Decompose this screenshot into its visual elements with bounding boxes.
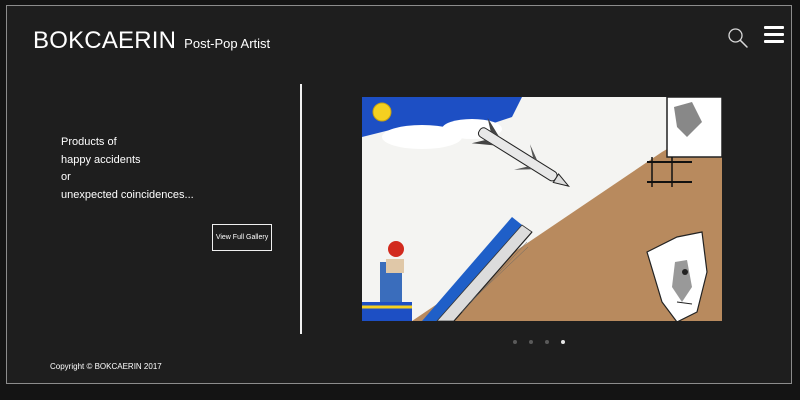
menu-bar [764, 26, 784, 29]
search-icon[interactable] [727, 27, 749, 49]
menu-bar [764, 40, 784, 43]
slide-dot[interactable] [545, 340, 549, 344]
site-brand[interactable]: BOKCAERIN Post-Pop Artist [33, 27, 270, 55]
vertical-divider [300, 84, 302, 334]
slide-dot[interactable] [513, 340, 517, 344]
brand-tagline: Post-Pop Artist [184, 36, 271, 51]
intro-line: happy accidents [61, 153, 141, 166]
artwork-illustration [362, 97, 722, 321]
slide-indicators [513, 340, 565, 344]
copyright-text: Copyright © BOKCAERIN 2017 [50, 362, 162, 371]
menu-bar [764, 33, 784, 36]
gallery-artwork-image[interactable] [362, 97, 722, 321]
intro-text: Products of happy accidents or unexpecte… [61, 134, 194, 204]
slide-dot[interactable] [529, 340, 533, 344]
intro-line: unexpected coincidences... [61, 188, 194, 201]
hamburger-menu-icon[interactable] [764, 26, 784, 44]
view-full-gallery-button[interactable]: View Full Gallery [212, 224, 272, 251]
intro-line: or [61, 171, 71, 183]
brand-name[interactable]: BOKCAERIN [33, 27, 176, 55]
slide-dot-active[interactable] [561, 340, 565, 344]
intro-line: Products of [61, 136, 117, 148]
